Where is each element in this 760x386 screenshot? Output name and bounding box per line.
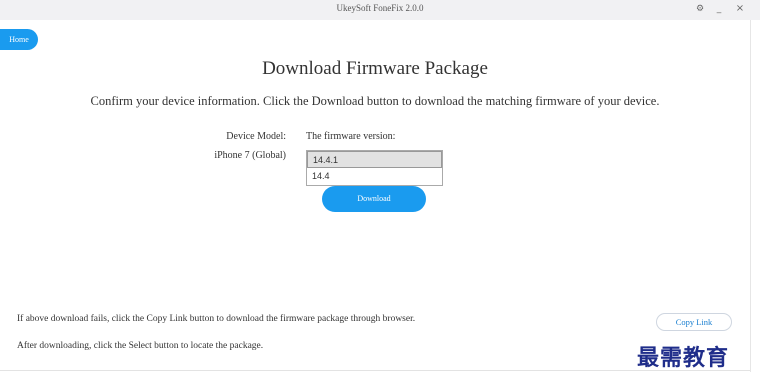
page-subtitle: Confirm your device information. Click t… <box>90 94 660 108</box>
firmware-option[interactable]: 14.4 <box>307 168 442 185</box>
select-instruction: After downloading, click the Select butt… <box>17 341 264 351</box>
device-model-label: Device Model: <box>226 131 286 142</box>
home-button[interactable]: Home <box>0 29 38 50</box>
firmware-option-selected[interactable]: 14.4.1 <box>307 151 442 168</box>
device-model-value: iPhone 7 (Global) <box>214 150 286 161</box>
page-title: Download Firmware Package <box>262 58 488 79</box>
minimize-button[interactable]: _ <box>712 2 726 16</box>
download-button[interactable]: Download <box>322 186 426 212</box>
gear-icon[interactable]: ⚙ <box>693 2 707 16</box>
firmware-version-label: The firmware version: <box>306 131 396 142</box>
window-edge <box>750 20 751 372</box>
firmware-version-list[interactable]: 14.4.1 14.4 <box>306 150 443 186</box>
watermark-logo: 最需教育 <box>637 346 730 371</box>
title-bar: UkeySoft FoneFix 2.0.0 ⚙ _ × <box>0 0 760 20</box>
window-title: UkeySoft FoneFix 2.0.0 <box>336 3 424 13</box>
close-button[interactable]: × <box>733 2 747 16</box>
copy-link-instruction: If above download fails, click the Copy … <box>17 314 416 324</box>
copy-link-button[interactable]: Copy Link <box>656 313 732 331</box>
